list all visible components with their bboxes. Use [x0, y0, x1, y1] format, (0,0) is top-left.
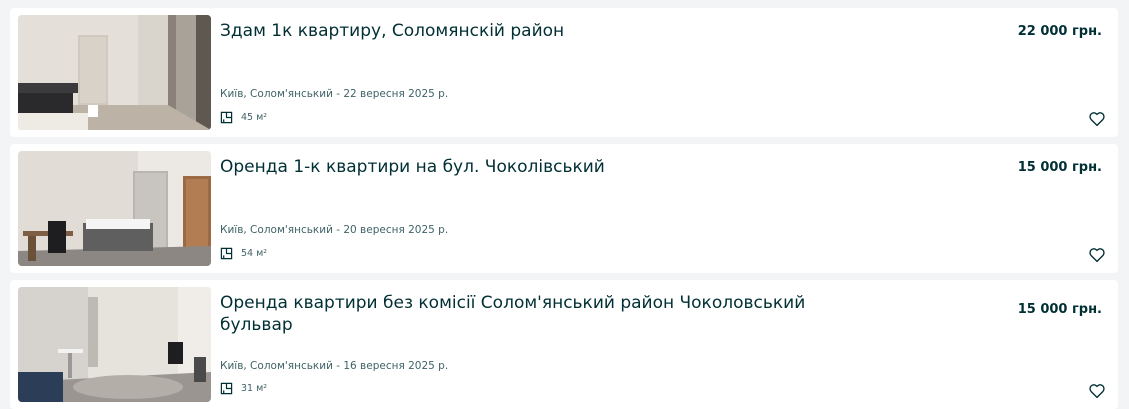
listing-area: 45 м²	[220, 111, 267, 124]
listing-photo[interactable]	[18, 287, 211, 402]
heart-icon[interactable]	[1088, 382, 1106, 400]
listing-price: 22 000 грн.	[1017, 24, 1102, 39]
listing-price: 15 000 грн.	[1017, 160, 1102, 175]
listing-area: 31 м²	[220, 382, 267, 395]
listing-card[interactable]: Оренда 1-к квартири на бул. Чоколівський…	[10, 144, 1118, 273]
listing-location-date: Київ, Солом'янський - 20 вересня 2025 р.	[220, 224, 449, 236]
listing-location-date: Київ, Солом'янський - 22 вересня 2025 р.	[220, 88, 449, 100]
listing-location-date: Київ, Солом'янський - 16 вересня 2025 р.	[220, 360, 449, 372]
floor-plan-icon	[220, 382, 233, 395]
listing-photo-image	[18, 287, 211, 402]
listing-area-value: 54 м²	[241, 248, 268, 259]
floor-plan-icon	[220, 247, 233, 260]
floor-plan-icon	[220, 111, 233, 124]
listing-area-value: 45 м²	[241, 112, 268, 123]
listing-photo-image	[18, 15, 211, 130]
listing-price: 15 000 грн.	[1017, 302, 1102, 317]
listing-photo[interactable]	[18, 151, 211, 266]
heart-icon[interactable]	[1088, 110, 1106, 128]
listing-photo[interactable]	[18, 15, 211, 130]
listing-title[interactable]: Оренда квартири без комісії Солом'янськи…	[220, 292, 810, 336]
listing-area-value: 31 м²	[241, 383, 268, 394]
listing-area: 54 м²	[220, 247, 267, 260]
heart-icon[interactable]	[1088, 246, 1106, 264]
listing-card[interactable]: Оренда квартири без комісії Солом'янськи…	[10, 280, 1118, 409]
listings-list: Здам 1к квартиру, Соломянскій район 22 0…	[0, 0, 1129, 409]
listing-photo-image	[18, 151, 211, 266]
listing-card[interactable]: Здам 1к квартиру, Соломянскій район 22 0…	[10, 8, 1118, 137]
listing-title[interactable]: Оренда 1-к квартири на бул. Чоколівський	[220, 156, 810, 178]
listing-title[interactable]: Здам 1к квартиру, Соломянскій район	[220, 20, 810, 42]
